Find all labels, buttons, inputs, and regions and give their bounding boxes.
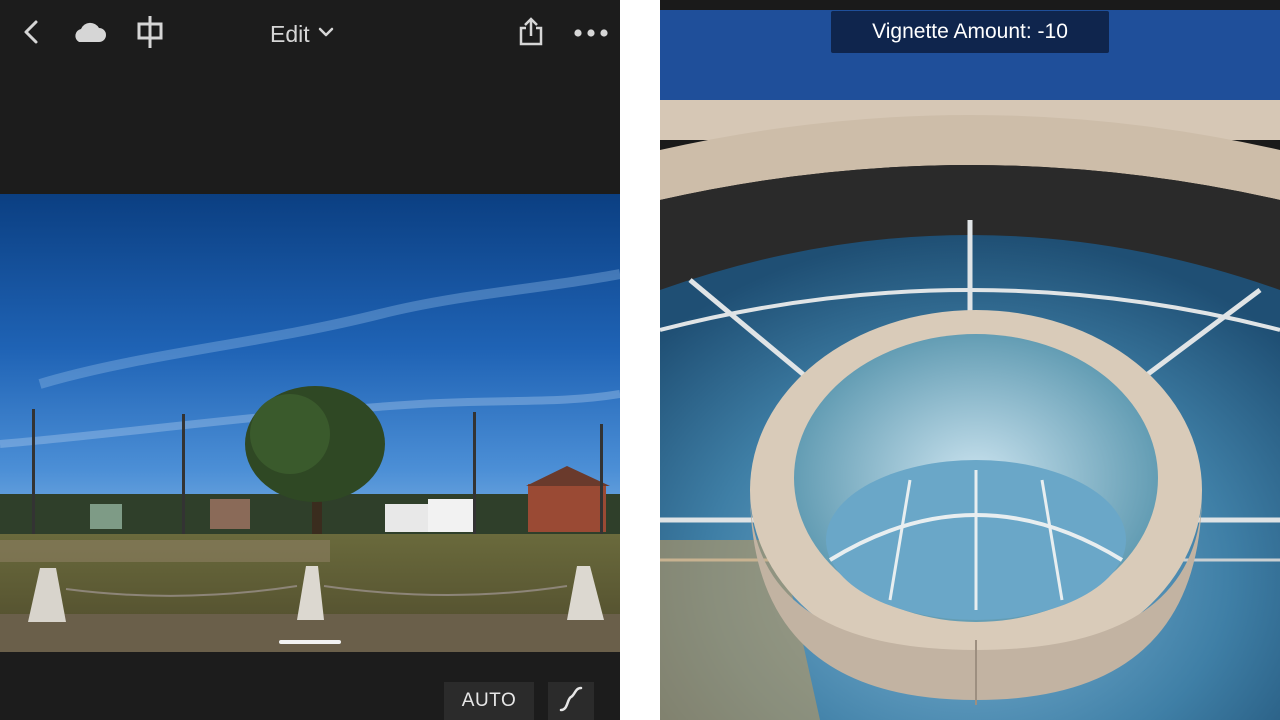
top-toolbar: Edit — [0, 0, 620, 68]
share-icon — [517, 16, 545, 52]
back-button[interactable] — [14, 14, 48, 54]
edit-mode-dropdown[interactable]: Edit — [270, 18, 334, 50]
vignette-amount-toast: Vignette Amount: -10 — [831, 11, 1109, 53]
more-options-button[interactable] — [570, 14, 612, 54]
tone-curve-icon — [558, 685, 584, 718]
crop-button[interactable] — [132, 14, 168, 54]
vignette-preview-screen: Vignette Amount: -10 — [660, 0, 1280, 720]
landscape-photo — [0, 194, 620, 652]
cloud-sync-button[interactable] — [68, 14, 110, 54]
chevron-down-icon — [318, 25, 334, 43]
chevron-left-icon — [21, 19, 41, 50]
auto-button[interactable]: AUTO — [444, 682, 534, 720]
crop-icon — [135, 15, 165, 54]
tone-curve-button[interactable] — [548, 682, 594, 720]
edit-mode-label: Edit — [270, 20, 310, 47]
share-button[interactable] — [512, 14, 550, 54]
cloud-icon — [71, 20, 107, 49]
home-indicator — [279, 640, 341, 644]
lightroom-editor-screen: Edit AUTO — [0, 0, 620, 720]
more-icon — [573, 25, 609, 43]
architecture-photo — [660, 0, 1280, 720]
